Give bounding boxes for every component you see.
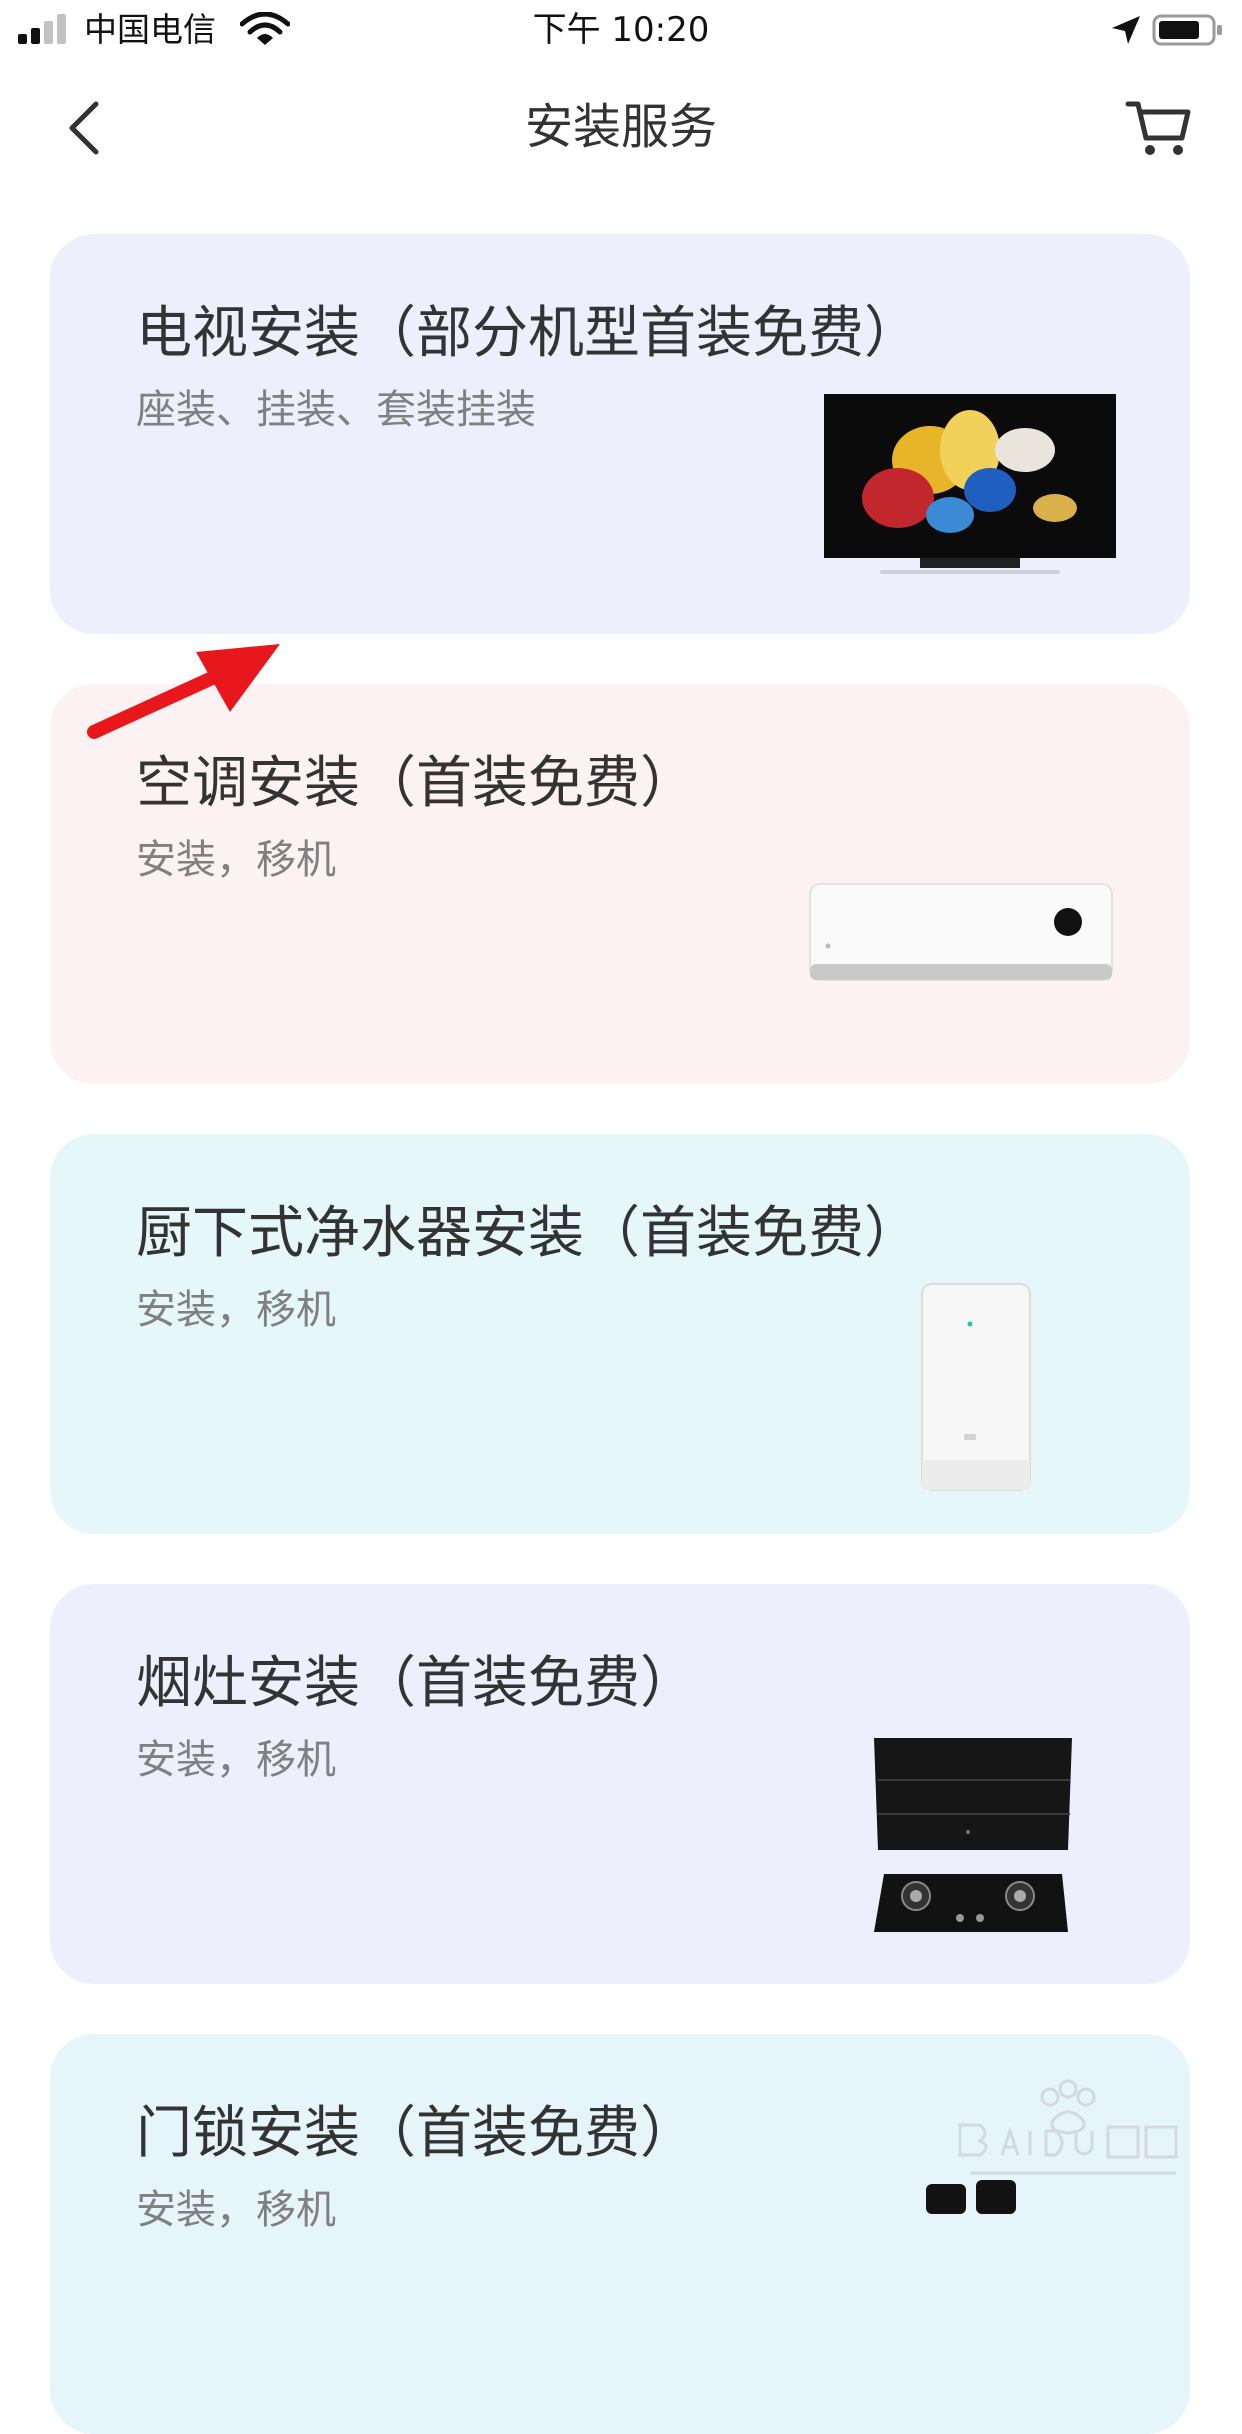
baidu-watermark-icon (958, 2079, 1178, 2175)
location-icon (1112, 16, 1140, 44)
service-title: 空调安装（首装免费） (136, 751, 696, 816)
service-title: 厨下式净水器安装（首装免费） (136, 1201, 920, 1266)
annotation-arrow-icon (87, 644, 280, 739)
range-hood-stove-image (874, 1738, 1072, 1932)
service-description: 安装，移机 (136, 1287, 336, 1333)
service-title: 电视安装（部分机型首装免费） (136, 301, 920, 366)
cart-icon[interactable] (1124, 96, 1194, 160)
status-time: 下午 10:20 (532, 10, 710, 50)
navigation-bar: 安装服务 (0, 62, 1242, 192)
service-description: 座装、挂装、套装挂装 (136, 387, 536, 433)
service-description: 安装，移机 (136, 837, 336, 883)
page-title: 安装服务 (524, 99, 717, 155)
water-purifier-image (921, 1283, 1031, 1491)
service-description: 安装，移机 (136, 1737, 336, 1783)
air-conditioner-image (809, 883, 1113, 981)
status-bar: 中国电信 下午 10:20 (0, 0, 1242, 62)
battery-icon (1152, 14, 1222, 46)
service-title: 门锁安装（首装免费） (136, 2101, 696, 2166)
service-card-range-hood[interactable]: 烟灶安装（首装免费） 安装，移机 (50, 1584, 1190, 1984)
service-card-water-purifier[interactable]: 厨下式净水器安装（首装免费） 安装，移机 (50, 1134, 1190, 1534)
service-title: 烟灶安装（首装免费） (136, 1651, 696, 1716)
tv-image (824, 394, 1116, 574)
service-card-tv[interactable]: 电视安装（部分机型首装免费） 座装、挂装、套装挂装 (50, 234, 1190, 634)
service-description: 安装，移机 (136, 2187, 336, 2233)
